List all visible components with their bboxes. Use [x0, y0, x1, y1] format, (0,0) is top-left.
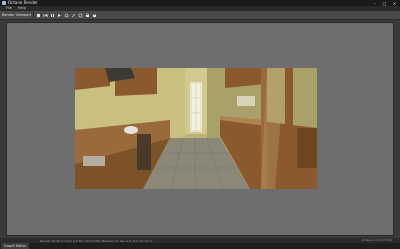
save-image-icon[interactable]	[92, 13, 97, 18]
close-button[interactable]: ✕	[391, 1, 398, 6]
pause-icon[interactable]	[50, 13, 55, 18]
render-image[interactable]	[75, 68, 317, 189]
region-render-icon[interactable]	[78, 13, 83, 18]
render-toolbar: Render Viewport	[0, 11, 400, 20]
render-stats: Render 00:00:41 Spp 1/0 Tris 1452/1452 M…	[40, 238, 153, 243]
tab-graph-editor[interactable]: Graph Editor	[1, 243, 30, 249]
camera-lock-icon[interactable]	[85, 12, 90, 18]
workspace	[0, 20, 400, 238]
toolbar-label: Render Viewport	[2, 13, 32, 17]
minimize-button[interactable]: –	[371, 1, 378, 6]
play-icon[interactable]	[57, 13, 62, 18]
focus-picker-icon[interactable]	[71, 13, 76, 18]
kitchen-render-image	[75, 68, 317, 189]
toolbar-divider	[33, 12, 35, 18]
bottom-panel: Graph Editor	[0, 243, 400, 249]
restart-icon[interactable]	[43, 13, 48, 18]
maximize-button[interactable]: □	[381, 1, 388, 6]
stop-icon[interactable]	[36, 13, 41, 18]
refresh-icon[interactable]	[64, 13, 69, 18]
app-icon	[2, 1, 6, 5]
render-viewport[interactable]	[6, 22, 394, 236]
